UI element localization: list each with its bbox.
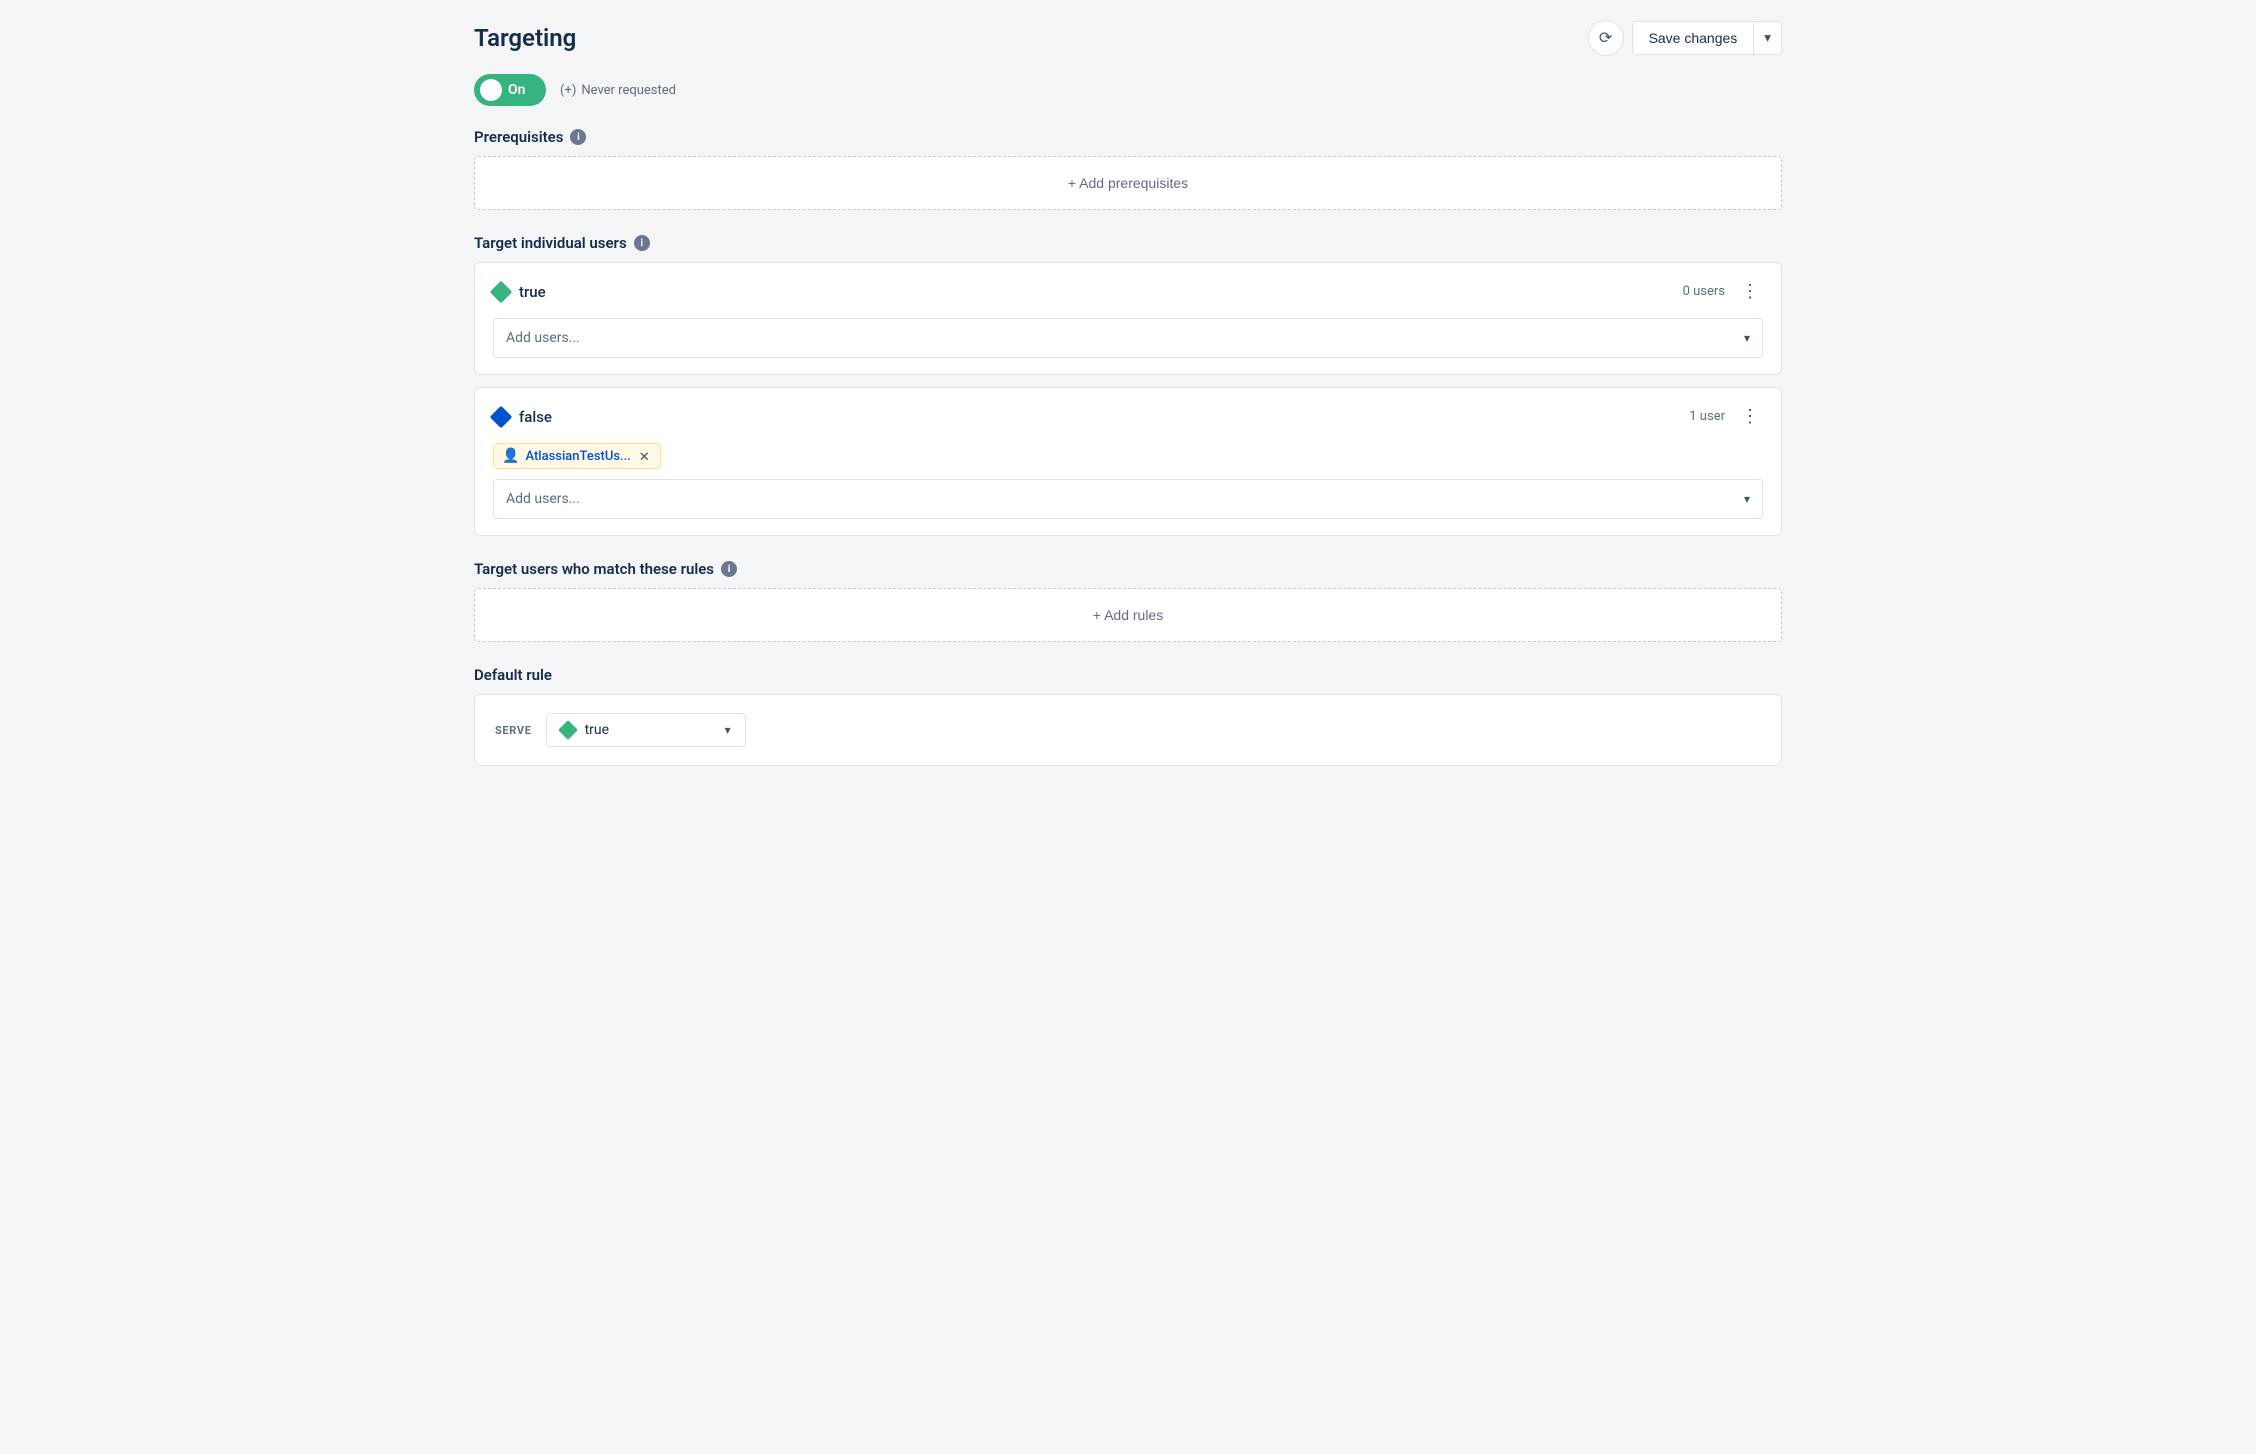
false-rule-card: false 1 user ⋮ 👤 AtlassianTestUs... ✕ Ad…	[474, 387, 1782, 536]
atlassian-test-user-chip: 👤 AtlassianTestUs... ✕	[493, 443, 661, 469]
true-user-count: 0 users	[1683, 284, 1725, 299]
history-button[interactable]: ⟳	[1588, 20, 1624, 56]
true-rule-menu[interactable]: ⋮	[1737, 279, 1763, 304]
save-button-group: Save changes ▾	[1632, 21, 1782, 55]
add-users-placeholder: Add users...	[506, 330, 580, 346]
save-dropdown-button[interactable]: ▾	[1754, 22, 1781, 54]
false-rule-users-container: 👤 AtlassianTestUs... ✕	[493, 443, 1763, 479]
false-rule-add-users[interactable]: Add users... ▾	[493, 479, 1763, 519]
true-rule-add-users[interactable]: Add users... ▾	[493, 318, 1763, 358]
serve-value: true	[585, 722, 609, 738]
target-rules-box: + Add rules	[474, 588, 1782, 642]
true-rule-right: 0 users ⋮	[1683, 279, 1763, 304]
false-rule-left: false	[493, 408, 552, 426]
target-individual-users-section: Target individual users i true 0 users ⋮…	[474, 234, 1782, 536]
false-rule-label: false	[519, 408, 552, 426]
serve-row: SERVE true ▾	[495, 713, 1761, 747]
target-rules-info-icon[interactable]: i	[721, 561, 737, 577]
true-rule-left: true	[493, 283, 546, 301]
target-rules-title: Target users who match these rules i	[474, 560, 1782, 578]
never-requested-status: (+) Never requested	[560, 83, 676, 98]
serve-diamond-icon	[558, 720, 578, 740]
serve-value-select[interactable]: true ▾	[546, 713, 746, 747]
plus-icon: (+)	[560, 83, 576, 98]
target-individual-users-title: Target individual users i	[474, 234, 1782, 252]
true-rule-card: true 0 users ⋮ Add users... ▾	[474, 262, 1782, 375]
prerequisites-title: Prerequisites i	[474, 128, 1782, 146]
chevron-down-icon: ▾	[1764, 30, 1771, 45]
prerequisites-box: + Add prerequisites	[474, 156, 1782, 210]
default-rule-card: SERVE true ▾	[474, 694, 1782, 766]
false-rule-header: false 1 user ⋮	[493, 404, 1763, 429]
target-rules-section: Target users who match these rules i + A…	[474, 560, 1782, 642]
on-off-toggle[interactable]: On	[474, 74, 546, 106]
page-title: Targeting	[474, 24, 576, 52]
history-icon: ⟳	[1599, 28, 1612, 48]
add-users-chevron: ▾	[1744, 331, 1750, 345]
default-rule-title: Default rule	[474, 666, 1782, 684]
page-header: Targeting ⟳ Save changes ▾	[474, 20, 1782, 56]
toggle-row: On (+) Never requested	[474, 74, 1782, 106]
add-rules-button[interactable]: + Add rules	[475, 589, 1781, 641]
prerequisites-info-icon[interactable]: i	[570, 129, 586, 145]
false-user-count: 1 user	[1689, 409, 1725, 424]
serve-chevron: ▾	[725, 723, 731, 737]
true-diamond-icon	[490, 280, 513, 303]
user-icon: 👤	[502, 448, 519, 464]
serve-label: SERVE	[495, 724, 532, 737]
default-rule-section: Default rule SERVE true ▾	[474, 666, 1782, 766]
toggle-label: On	[508, 82, 525, 98]
add-prerequisites-button[interactable]: + Add prerequisites	[475, 157, 1781, 209]
header-actions: ⟳ Save changes ▾	[1588, 20, 1782, 56]
toggle-circle	[480, 79, 502, 101]
add-users-chevron-2: ▾	[1744, 492, 1750, 506]
true-rule-header: true 0 users ⋮	[493, 279, 1763, 304]
status-text: Never requested	[581, 83, 676, 98]
prerequisites-section: Prerequisites i + Add prerequisites	[474, 128, 1782, 210]
target-users-info-icon[interactable]: i	[634, 235, 650, 251]
false-rule-right: 1 user ⋮	[1689, 404, 1763, 429]
save-changes-button[interactable]: Save changes	[1633, 22, 1755, 54]
true-rule-label: true	[519, 283, 546, 301]
false-diamond-icon	[490, 405, 513, 428]
add-users-placeholder-2: Add users...	[506, 491, 580, 507]
remove-user-button[interactable]: ✕	[637, 450, 652, 463]
false-rule-menu[interactable]: ⋮	[1737, 404, 1763, 429]
user-chip-label: AtlassianTestUs...	[525, 449, 630, 464]
